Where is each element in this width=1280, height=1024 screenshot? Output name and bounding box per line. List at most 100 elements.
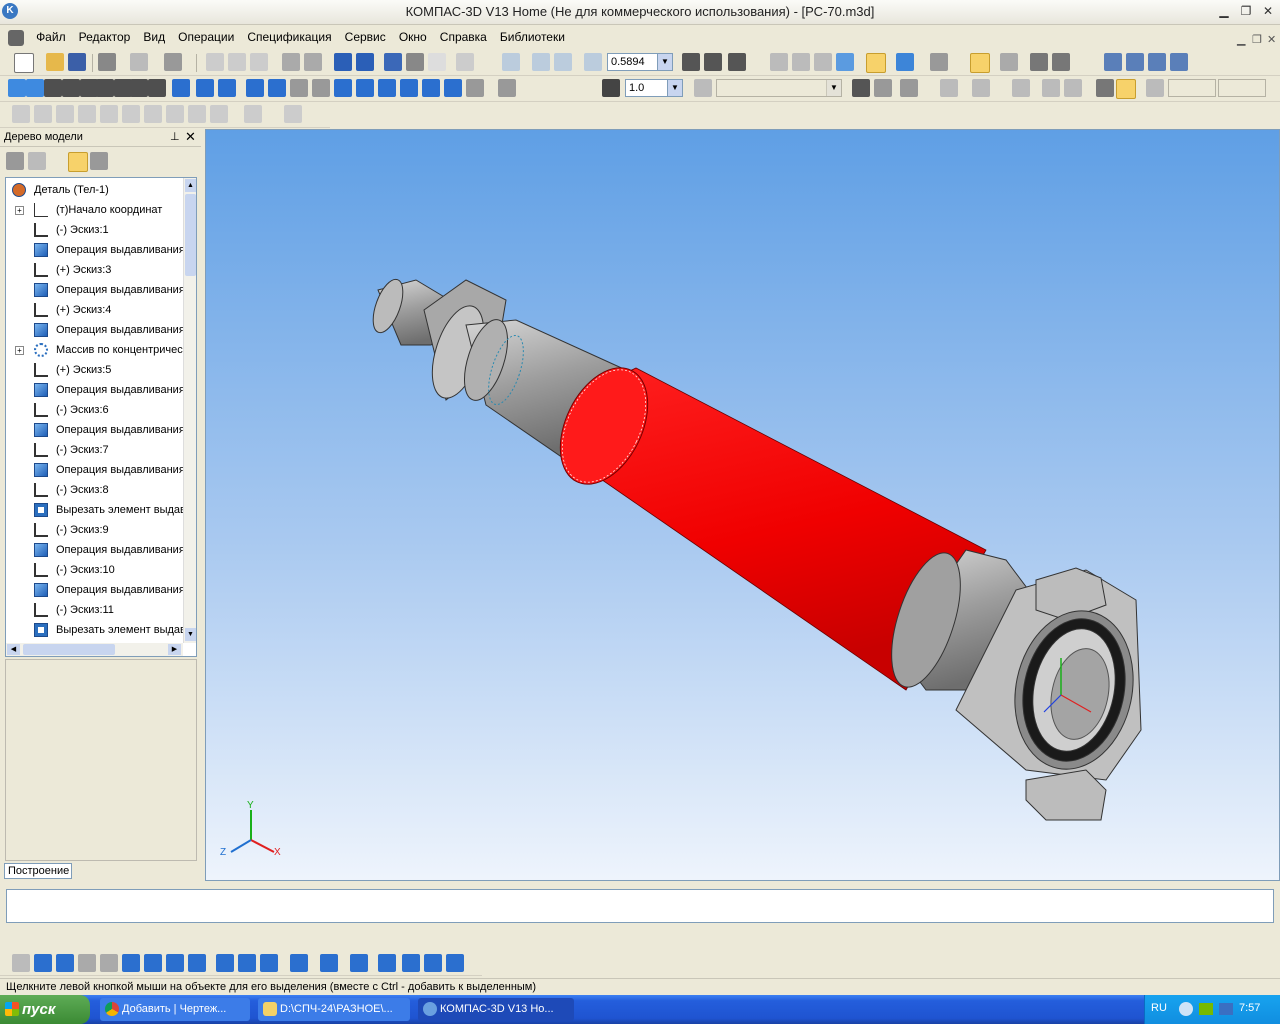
scroll-thumb[interactable] bbox=[185, 194, 196, 276]
compact-rotate-icon[interactable] bbox=[320, 954, 338, 972]
compact-equidistant-icon[interactable] bbox=[100, 954, 118, 972]
nvidia-icon[interactable] bbox=[1199, 1003, 1213, 1015]
step-select[interactable]: 1.0 ▼ bbox=[625, 79, 683, 97]
zoom-in-icon[interactable] bbox=[532, 53, 550, 71]
rotate-tool-icon[interactable] bbox=[196, 79, 214, 97]
coord-x-field[interactable] bbox=[1168, 79, 1216, 97]
save-icon[interactable] bbox=[68, 53, 86, 71]
chamfer-tool-icon[interactable] bbox=[356, 79, 374, 97]
network-icon[interactable] bbox=[1219, 1003, 1233, 1015]
manager-icon[interactable] bbox=[164, 53, 182, 71]
snap-nearest-icon[interactable] bbox=[166, 105, 184, 123]
tree-item[interactable]: Операция выдавливания bbox=[6, 420, 185, 440]
compact-nurbs-icon[interactable] bbox=[166, 954, 184, 972]
snap-end-icon[interactable] bbox=[34, 105, 52, 123]
plane-icon[interactable] bbox=[1126, 53, 1144, 71]
current-point-icon[interactable] bbox=[602, 79, 620, 97]
coord-y-field[interactable] bbox=[1218, 79, 1266, 97]
axis-icon[interactable] bbox=[1148, 53, 1166, 71]
menu-file[interactable]: Файл bbox=[31, 26, 71, 48]
grid-icon[interactable] bbox=[972, 79, 990, 97]
coupling-head[interactable] bbox=[878, 545, 1148, 821]
local-cs-icon[interactable] bbox=[1042, 79, 1060, 97]
tree-item[interactable]: Операция выдавливания bbox=[6, 580, 185, 600]
tree-item[interactable]: Операция выдавливания bbox=[6, 460, 185, 480]
pan-icon[interactable] bbox=[682, 53, 700, 71]
compact-hatch-icon[interactable] bbox=[78, 954, 96, 972]
angle-icon[interactable] bbox=[1096, 79, 1114, 97]
array-tool-icon[interactable] bbox=[422, 79, 440, 97]
scroll-up-icon[interactable]: ▲ bbox=[185, 179, 196, 192]
maximize-button[interactable]: ❐ bbox=[1238, 4, 1254, 18]
shaded-icon[interactable] bbox=[836, 53, 854, 71]
scroll-right-icon[interactable]: ▶ bbox=[168, 644, 181, 655]
snap-mid-icon[interactable] bbox=[56, 105, 74, 123]
thread-tool-icon[interactable] bbox=[444, 79, 462, 97]
zoom-out-icon[interactable] bbox=[554, 53, 572, 71]
filter-icon[interactable] bbox=[930, 53, 948, 71]
snap-active-icon[interactable] bbox=[1116, 79, 1136, 99]
panel-close-icon[interactable]: ✕ bbox=[185, 129, 196, 145]
hscroll-thumb[interactable] bbox=[23, 644, 115, 655]
snap-icon[interactable] bbox=[852, 79, 870, 97]
tree-toggle-icon[interactable] bbox=[384, 53, 402, 71]
tree-expand-icon[interactable]: + bbox=[15, 206, 24, 215]
fillet-tool-icon[interactable] bbox=[268, 79, 286, 97]
task-chrome[interactable]: Добавить | Чертеж... bbox=[100, 998, 250, 1021]
pin-icon[interactable]: ⊥ bbox=[170, 130, 180, 143]
shell-tool-icon[interactable] bbox=[312, 79, 330, 97]
mdi-minimize-button[interactable]: ▁ bbox=[1237, 33, 1245, 46]
dimension-icon[interactable] bbox=[62, 79, 80, 97]
tray-expand-icon[interactable] bbox=[1179, 1002, 1193, 1016]
compact-spline-icon[interactable] bbox=[34, 954, 52, 972]
new-file-icon[interactable] bbox=[14, 53, 34, 73]
snap-intersect-icon[interactable] bbox=[100, 105, 118, 123]
geometry-icon[interactable] bbox=[44, 79, 62, 97]
snap-quadrant-icon[interactable] bbox=[188, 105, 206, 123]
select-mode-icon[interactable] bbox=[970, 53, 990, 73]
format-brush-icon[interactable] bbox=[282, 53, 300, 71]
compact-align-icon[interactable] bbox=[350, 954, 368, 972]
properties-icon[interactable] bbox=[304, 53, 322, 71]
paste-icon[interactable] bbox=[250, 53, 268, 71]
orient-icon[interactable] bbox=[900, 79, 918, 97]
tree-item[interactable]: (-) Эскиз:11 bbox=[6, 600, 181, 620]
menu-window[interactable]: Окно bbox=[394, 26, 432, 48]
tree-item[interactable]: (-) Эскиз:9 bbox=[6, 520, 181, 540]
point-icon[interactable] bbox=[1170, 53, 1188, 71]
measure-icon[interactable] bbox=[96, 79, 114, 97]
perspective-icon[interactable] bbox=[896, 53, 914, 71]
sheet-icon[interactable] bbox=[148, 79, 166, 97]
tree-item[interactable]: Операция выдавливания bbox=[6, 540, 185, 560]
task-kompas[interactable]: КОМПАС-3D V13 Но... bbox=[418, 998, 574, 1021]
coord-icon[interactable] bbox=[1146, 79, 1164, 97]
compact-contour-icon[interactable] bbox=[216, 954, 234, 972]
tree-order-icon[interactable] bbox=[28, 152, 46, 170]
sketch-mode-icon[interactable] bbox=[26, 79, 44, 97]
compact-arc-icon[interactable] bbox=[56, 954, 74, 972]
draft-tool-icon[interactable] bbox=[378, 79, 396, 97]
close-button[interactable]: ✕ bbox=[1260, 4, 1276, 18]
start-button[interactable]: пуск bbox=[0, 995, 90, 1024]
scroll-left-icon[interactable]: ◀ bbox=[7, 644, 20, 655]
tree-item[interactable]: Вырезать элемент выдавливания bbox=[6, 620, 196, 640]
compact-scale-icon[interactable] bbox=[378, 954, 396, 972]
ortho-icon[interactable] bbox=[940, 79, 958, 97]
open-folder-icon[interactable] bbox=[46, 53, 64, 71]
menu-service[interactable]: Сервис bbox=[340, 26, 391, 48]
compact-deform-icon[interactable] bbox=[446, 954, 464, 972]
compact-curve-icon[interactable] bbox=[238, 954, 256, 972]
wireframe-icon[interactable] bbox=[770, 53, 788, 71]
tree-item[interactable]: (+) Эскиз:4 bbox=[6, 300, 181, 320]
compact-trim-icon[interactable] bbox=[290, 954, 308, 972]
preview-icon[interactable] bbox=[130, 53, 148, 71]
hole-tool-icon[interactable] bbox=[290, 79, 308, 97]
snap-point-icon[interactable] bbox=[12, 105, 30, 123]
snap-tangent-icon[interactable] bbox=[122, 105, 140, 123]
tree-item[interactable]: (-) Эскиз:8 bbox=[6, 480, 181, 500]
tab-build[interactable]: Построение bbox=[4, 863, 72, 879]
menu-operations[interactable]: Операции bbox=[173, 26, 239, 48]
tree-item[interactable]: Вырезать элемент выдавливания bbox=[6, 500, 196, 520]
snap-normal-icon[interactable] bbox=[144, 105, 162, 123]
style-select[interactable]: ▼ bbox=[716, 79, 842, 97]
